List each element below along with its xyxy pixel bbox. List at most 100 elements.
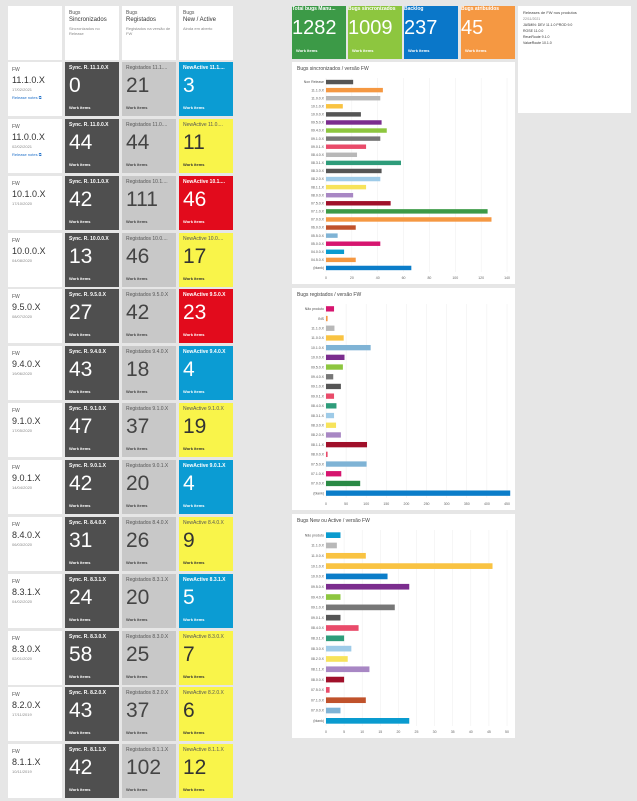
- bar[interactable]: [326, 176, 381, 182]
- active-count-tile[interactable]: NewActive 8.1.1.X 12 Work items: [179, 744, 233, 798]
- bar[interactable]: [326, 335, 344, 341]
- bar[interactable]: [326, 422, 337, 428]
- bar[interactable]: [326, 645, 352, 652]
- active-count-tile[interactable]: NewActive 11.1.... 3 Work items: [179, 62, 233, 116]
- bar[interactable]: [326, 136, 381, 141]
- release-notes-link[interactable]: Release notes ⧉: [12, 95, 58, 100]
- bar[interactable]: [326, 718, 410, 724]
- registered-count-tile[interactable]: Registados 8.3.0.X 25 Work items: [122, 631, 176, 685]
- bar[interactable]: [326, 152, 358, 158]
- sync-count-tile[interactable]: Sync. R. 11.1.0.X 0 Work items: [65, 62, 119, 116]
- bar[interactable]: [326, 707, 341, 714]
- bar[interactable]: [326, 104, 343, 109]
- bar[interactable]: [326, 563, 493, 569]
- active-count-tile[interactable]: NewActive 11.0.... 11 Work items: [179, 119, 233, 173]
- active-count-tile[interactable]: NewActive 10.1.... 46 Work items: [179, 176, 233, 230]
- summary-tile-3[interactable]: Bugs atribuídos 45 Work items: [461, 6, 515, 59]
- registered-count-tile[interactable]: Registados 9.4.0.X 18 Work items: [122, 346, 176, 400]
- bar[interactable]: [326, 325, 335, 331]
- sync-count-tile[interactable]: Sync. R. 10.1.0.X 42 Work items: [65, 176, 119, 230]
- registered-count-tile[interactable]: Registados 9.5.0.X 42 Work items: [122, 289, 176, 343]
- active-count-tile[interactable]: NewActive 9.0.1.X 4 Work items: [179, 460, 233, 514]
- active-count-tile[interactable]: NewActive 9.1.0.X 19 Work items: [179, 403, 233, 457]
- bar[interactable]: [326, 315, 328, 322]
- sync-count-tile[interactable]: Sync. R. 9.1.0.X 47 Work items: [65, 403, 119, 457]
- registered-count-tile[interactable]: Registados 8.3.1.X 20 Work items: [122, 574, 176, 628]
- bar[interactable]: [326, 403, 337, 409]
- bar[interactable]: [326, 128, 387, 133]
- summary-tile-2[interactable]: Backlog 237 Work items: [404, 6, 458, 59]
- bar[interactable]: [326, 265, 412, 271]
- bar[interactable]: [326, 95, 381, 101]
- registered-count-tile[interactable]: Registados 9.1.0.X 37 Work items: [122, 403, 176, 457]
- bar[interactable]: [326, 480, 361, 487]
- bar[interactable]: [326, 412, 335, 419]
- bar[interactable]: [326, 552, 366, 559]
- bar[interactable]: [326, 471, 342, 477]
- registered-count-tile[interactable]: Registados 10.1.... 111 Work items: [122, 176, 176, 230]
- bar[interactable]: [326, 257, 356, 263]
- sync-count-tile[interactable]: Sync. R. 8.4.0.X 31 Work items: [65, 517, 119, 571]
- registered-count-tile[interactable]: Registados 9.0.1.X 20 Work items: [122, 460, 176, 514]
- bar[interactable]: [326, 441, 368, 448]
- sync-count-tile[interactable]: Sync. R. 8.1.1.X 42 Work items: [65, 744, 119, 798]
- bar[interactable]: [326, 306, 335, 312]
- bar[interactable]: [326, 573, 388, 580]
- active-count-tile[interactable]: NewActive 9.4.0.X 4 Work items: [179, 346, 233, 400]
- bar[interactable]: [326, 184, 367, 190]
- sync-count-tile[interactable]: Sync. R. 8.3.1.X 24 Work items: [65, 574, 119, 628]
- active-count-tile[interactable]: NewActive 8.3.1.X 5 Work items: [179, 574, 233, 628]
- bar[interactable]: [326, 249, 345, 255]
- bar[interactable]: [326, 542, 337, 549]
- sync-count-tile[interactable]: Sync. R. 9.4.0.X 43 Work items: [65, 346, 119, 400]
- active-count-tile[interactable]: NewActive 8.3.0.X 7 Work items: [179, 631, 233, 685]
- bar[interactable]: [326, 144, 367, 149]
- sync-count-tile[interactable]: Sync. R. 8.2.0.X 43 Work items: [65, 687, 119, 741]
- registered-count-tile[interactable]: Registados 11.1.... 21 Work items: [122, 62, 176, 116]
- bar[interactable]: [326, 225, 356, 230]
- sync-count-tile[interactable]: Sync. R. 8.3.0.X 58 Work items: [65, 631, 119, 685]
- bar[interactable]: [326, 666, 370, 673]
- registered-count-tile[interactable]: Registados 11.0.... 44 Work items: [122, 119, 176, 173]
- summary-tile-1[interactable]: Bugs sincronizados 1009 Work items: [348, 6, 402, 59]
- bar[interactable]: [326, 594, 341, 600]
- sync-count-tile[interactable]: Sync. R. 11.0.0.X 44 Work items: [65, 119, 119, 173]
- bar[interactable]: [326, 393, 335, 399]
- sync-count-tile[interactable]: Sync. R. 10.0.0.X 13 Work items: [65, 233, 119, 287]
- registered-count-tile[interactable]: Registados 8.2.0.X 37 Work items: [122, 687, 176, 741]
- summary-tile-0[interactable]: Total bugs Manu... 1282 Work items: [292, 6, 346, 59]
- bar[interactable]: [326, 233, 338, 238]
- bar[interactable]: [326, 217, 492, 222]
- bar[interactable]: [326, 432, 341, 438]
- bar[interactable]: [326, 490, 511, 496]
- bar[interactable]: [326, 112, 361, 117]
- active-count-tile[interactable]: NewActive 8.4.0.X 9 Work items: [179, 517, 233, 571]
- active-count-tile[interactable]: NewActive 10.0.... 17 Work items: [179, 233, 233, 287]
- bar[interactable]: [326, 383, 341, 390]
- registered-count-tile[interactable]: Registados 8.1.1.X 102 Work items: [122, 744, 176, 798]
- registered-count-tile[interactable]: Registados 8.4.0.X 26 Work items: [122, 517, 176, 571]
- sync-count-tile[interactable]: Sync. R. 9.5.0.X 27 Work items: [65, 289, 119, 343]
- bar[interactable]: [326, 209, 488, 214]
- bar[interactable]: [326, 344, 371, 351]
- bar[interactable]: [326, 374, 334, 380]
- bar[interactable]: [326, 354, 345, 361]
- bar[interactable]: [326, 201, 391, 206]
- bar[interactable]: [326, 451, 328, 458]
- bar[interactable]: [326, 676, 345, 683]
- bar[interactable]: [326, 635, 345, 642]
- sync-count-tile[interactable]: Sync. R. 9.0.1.X 42 Work items: [65, 460, 119, 514]
- bar[interactable]: [326, 625, 359, 631]
- release-notes-link[interactable]: Release notes ⧉: [12, 152, 58, 157]
- bar[interactable]: [326, 168, 382, 174]
- bar[interactable]: [326, 583, 410, 590]
- bar[interactable]: [326, 79, 354, 85]
- registered-count-tile[interactable]: Registados 10.0.... 46 Work items: [122, 233, 176, 287]
- bar[interactable]: [326, 461, 367, 467]
- bar[interactable]: [326, 532, 341, 538]
- bar[interactable]: [326, 656, 348, 662]
- bar[interactable]: [326, 364, 343, 370]
- bar[interactable]: [326, 160, 401, 166]
- bar[interactable]: [326, 241, 381, 246]
- bar[interactable]: [326, 697, 366, 704]
